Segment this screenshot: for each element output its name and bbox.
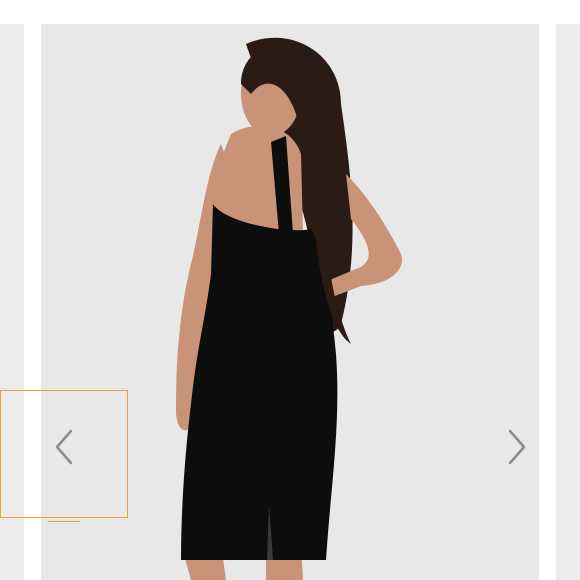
chevron-right-icon [508,429,526,465]
next-image-button[interactable] [496,427,536,467]
product-image-carousel [0,0,580,580]
previous-image-button[interactable] [45,427,85,467]
focus-outline-tab [48,517,80,522]
next-slide-peek[interactable] [556,24,580,580]
chevron-left-icon [55,429,73,465]
